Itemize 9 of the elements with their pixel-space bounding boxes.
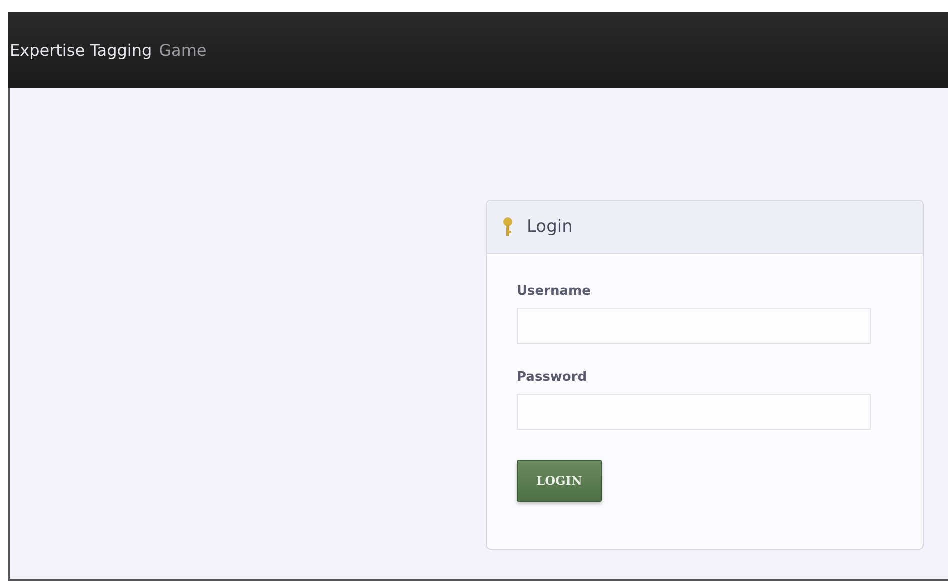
app-title: Expertise Tagging bbox=[10, 40, 152, 60]
app-subtitle: Game bbox=[159, 40, 207, 60]
input-field[interactable] bbox=[517, 308, 871, 344]
login-button[interactable]: LOGIN bbox=[517, 460, 602, 502]
field-label: Username bbox=[517, 284, 592, 299]
card-title: Login bbox=[527, 217, 573, 237]
field-label: Password bbox=[517, 370, 588, 385]
key-icon bbox=[503, 217, 513, 237]
input-field[interactable] bbox=[517, 394, 871, 430]
